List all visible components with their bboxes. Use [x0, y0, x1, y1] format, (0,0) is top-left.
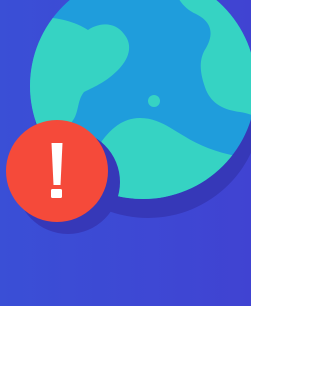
blank-footer-area [0, 306, 251, 372]
error-screen [0, 0, 251, 372]
illustration-canvas [0, 0, 251, 306]
globe-island [148, 95, 160, 107]
error-illustration [0, 0, 251, 306]
